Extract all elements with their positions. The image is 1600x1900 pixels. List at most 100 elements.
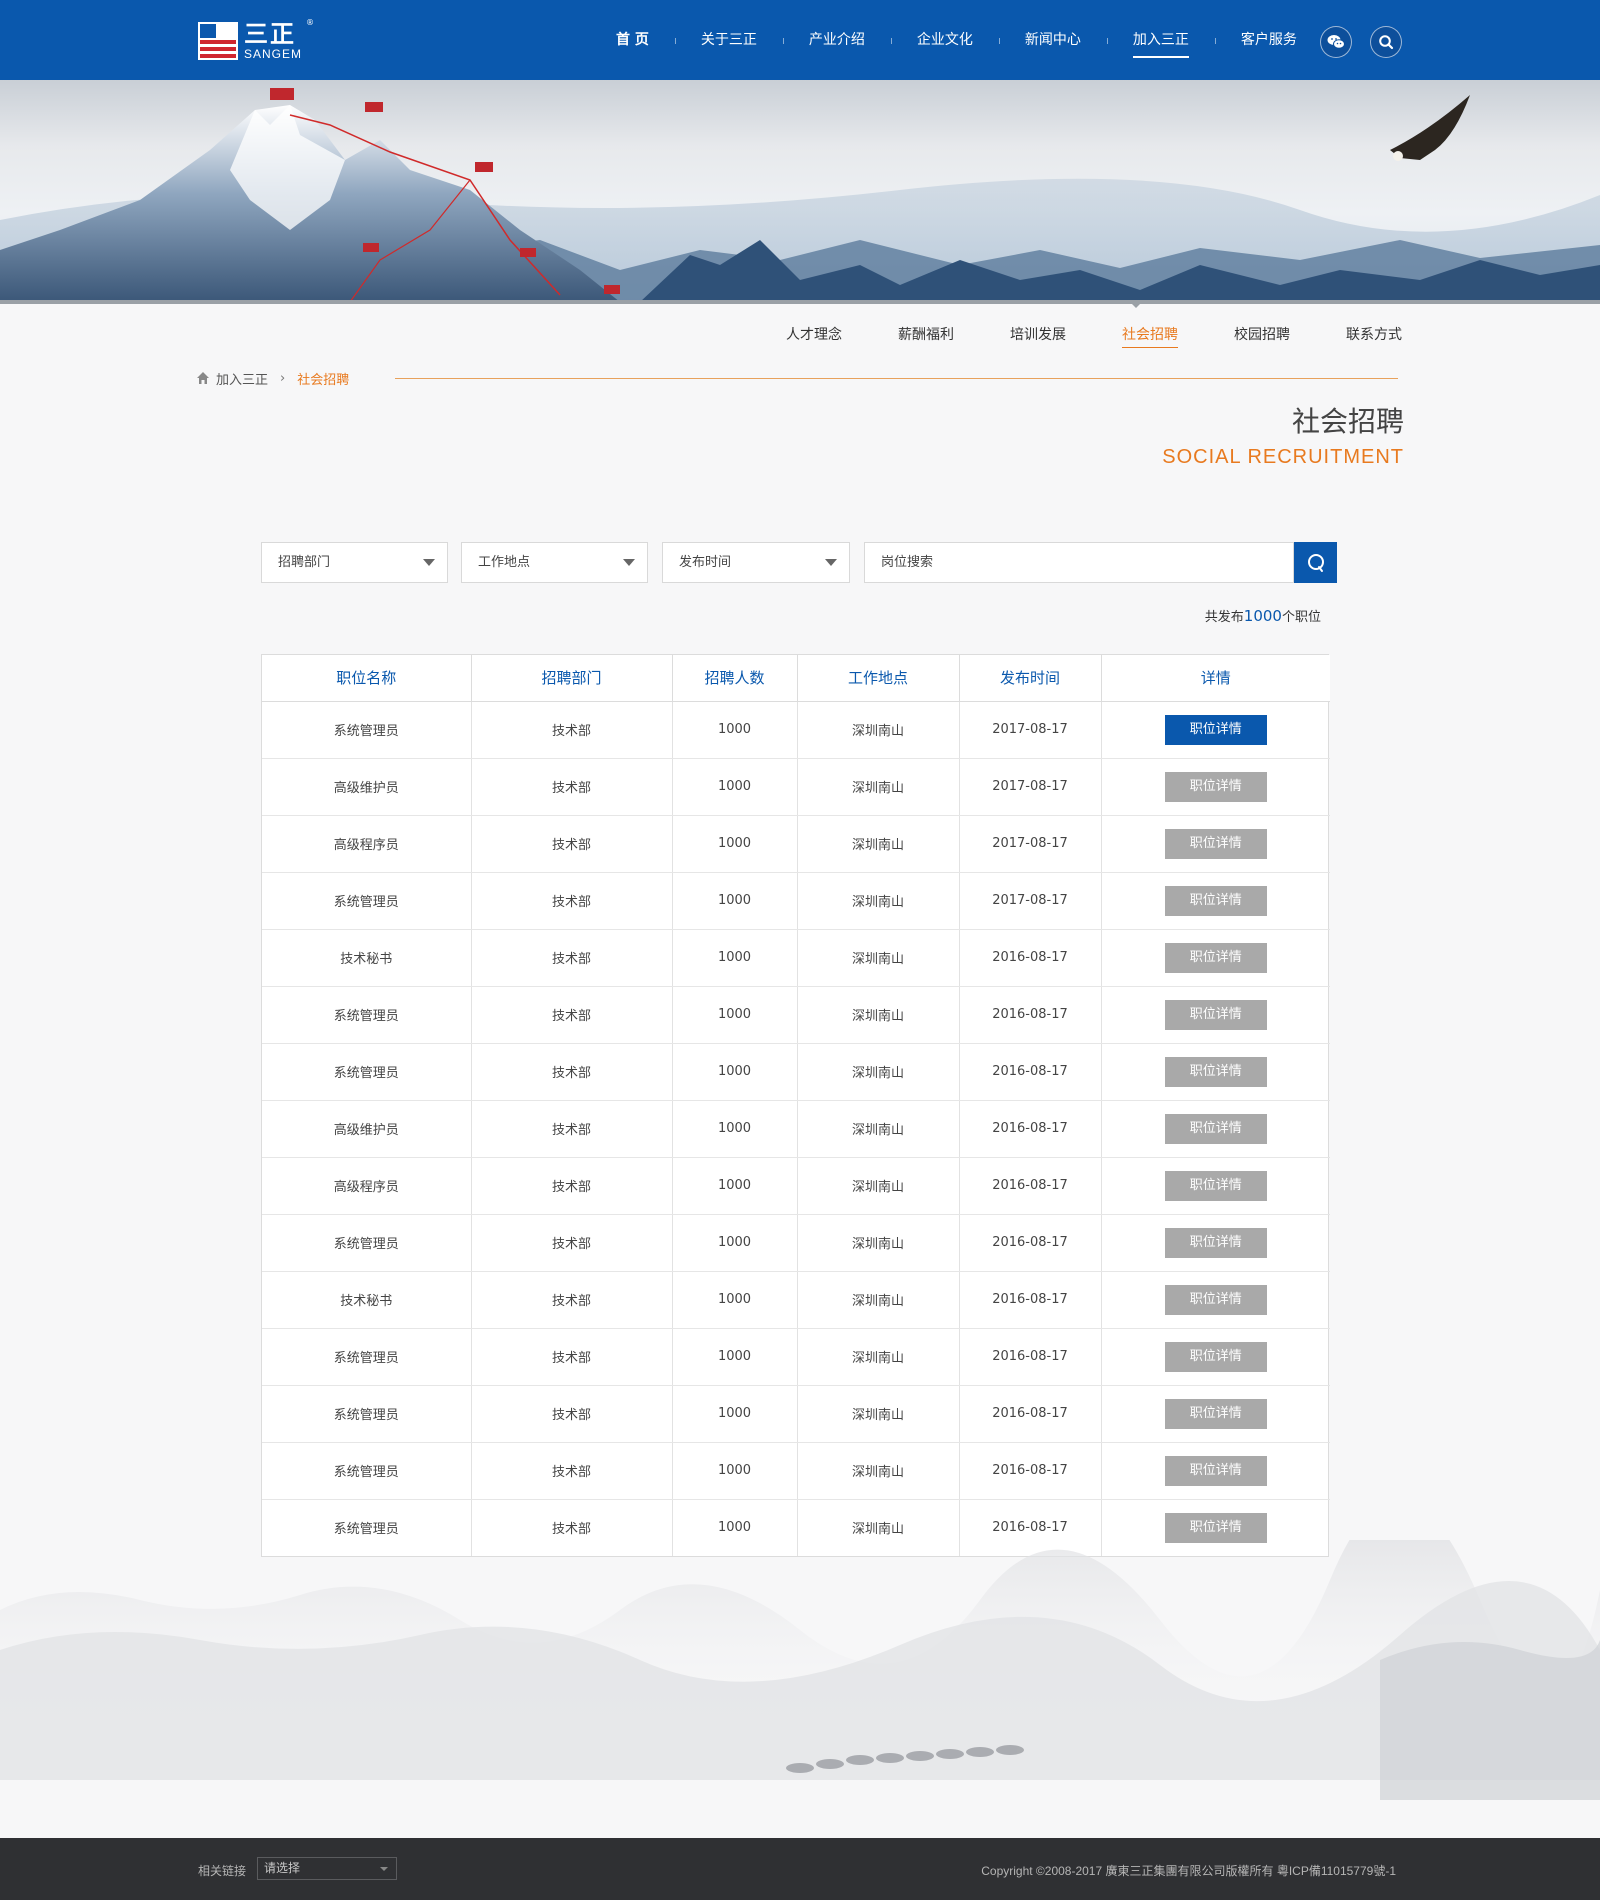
job-details-button[interactable]: 职位详情: [1164, 714, 1267, 745]
related-links-select[interactable]: 请选择: [257, 1857, 397, 1880]
job-details-button[interactable]: 职位详情: [1164, 1284, 1267, 1315]
job-details-button[interactable]: 职位详情: [1164, 1056, 1267, 1087]
header-search-button[interactable]: [1370, 26, 1402, 58]
job-details-button[interactable]: 职位详情: [1164, 942, 1267, 973]
col-header-details: 详情: [1101, 655, 1330, 702]
cell-details: 职位详情: [1101, 929, 1330, 987]
job-details-button[interactable]: 职位详情: [1164, 1512, 1267, 1543]
cell-details: 职位详情: [1101, 1385, 1330, 1443]
job-details-button[interactable]: 职位详情: [1164, 1170, 1267, 1201]
job-count: 共发布1000个职位: [1205, 606, 1321, 625]
jobs-table: 职位名称 招聘部门 招聘人数 工作地点 发布时间 详情 系统管理员 技术部 1000…: [261, 654, 1330, 1557]
cell-publish-date: 2016-08-17: [959, 1157, 1102, 1215]
cell-position: 高级程序员: [262, 1157, 472, 1215]
subnav-contact[interactable]: 联系方式: [1346, 324, 1402, 344]
job-details-button[interactable]: 职位详情: [1164, 1341, 1267, 1372]
job-details-button[interactable]: 职位详情: [1164, 828, 1267, 859]
wechat-icon: [1327, 35, 1345, 49]
cell-headcount: 1000: [672, 815, 798, 873]
cell-location: 深圳南山: [797, 1043, 960, 1101]
section-title: 社会招聘 SOCIAL RECRUITMENT: [1162, 400, 1404, 469]
logo-en: SANGEM: [244, 47, 303, 61]
cell-headcount: 1000: [672, 1385, 798, 1443]
table-row: 技术秘书 技术部 1000 深圳南山 2016-08-17 职位详情: [262, 929, 1330, 987]
wechat-button[interactable]: [1320, 26, 1352, 58]
nav-culture[interactable]: 企业文化: [890, 0, 999, 80]
nav-home[interactable]: 首 页: [590, 0, 675, 80]
cell-publish-date: 2017-08-17: [959, 872, 1102, 930]
nav-about[interactable]: 关于三正: [674, 0, 783, 80]
breadcrumb-current: 社会招聘: [297, 372, 350, 388]
cell-position: 系统管理员: [262, 1214, 472, 1272]
cell-publish-date: 2016-08-17: [959, 929, 1102, 987]
location-select[interactable]: 工作地点: [461, 542, 648, 583]
cell-location: 深圳南山: [797, 758, 960, 816]
col-header-department: 招聘部门: [471, 655, 673, 702]
table-row: 系统管理员 技术部 1000 深圳南山 2016-08-17 职位详情: [262, 1385, 1330, 1443]
cell-headcount: 1000: [672, 1100, 798, 1158]
table-row: 系统管理员 技术部 1000 深圳南山 2017-08-17 职位详情: [262, 872, 1330, 930]
department-select[interactable]: 招聘部门: [261, 542, 448, 583]
job-details-button[interactable]: 职位详情: [1164, 1113, 1267, 1144]
job-details-button[interactable]: 职位详情: [1164, 1398, 1267, 1429]
cell-details: 职位详情: [1101, 1328, 1330, 1386]
nav-service[interactable]: 客户服务: [1214, 0, 1323, 80]
breadcrumb-divider: [395, 378, 1398, 379]
department-select-value: 招聘部门: [278, 555, 331, 570]
logo[interactable]: 三正 SANGEM ®: [198, 18, 318, 62]
mountain-banner: [0, 80, 1600, 302]
cell-position: 系统管理员: [262, 1043, 472, 1101]
section-title-en: SOCIAL RECRUITMENT: [1162, 446, 1404, 468]
caret-down-icon: [825, 559, 837, 566]
search-icon: [1307, 553, 1324, 572]
table-row: 系统管理员 技术部 1000 深圳南山 2016-08-17 职位详情: [262, 986, 1330, 1044]
cell-department: 技术部: [471, 986, 673, 1044]
cell-position: 系统管理员: [262, 1328, 472, 1386]
breadcrumb: 加入三正 › 社会招聘: [196, 368, 349, 388]
cell-position: 技术秘书: [262, 929, 472, 987]
subnav-talent-philosophy[interactable]: 人才理念: [786, 324, 842, 344]
cell-location: 深圳南山: [797, 1157, 960, 1215]
cell-publish-date: 2016-08-17: [959, 1100, 1102, 1158]
subnav-training[interactable]: 培训发展: [1010, 324, 1066, 344]
job-details-button[interactable]: 职位详情: [1164, 771, 1267, 802]
publish-time-select[interactable]: 发布时间: [662, 542, 850, 583]
job-details-button[interactable]: 职位详情: [1164, 885, 1267, 916]
nav-join-us[interactable]: 加入三正: [1106, 0, 1215, 80]
caret-down-icon: [380, 1867, 388, 1871]
cell-position: 系统管理员: [262, 986, 472, 1044]
chevron-right-icon: ›: [280, 370, 286, 386]
job-count-prefix: 共发布: [1204, 610, 1244, 625]
cell-publish-date: 2017-08-17: [959, 758, 1102, 816]
job-search-button[interactable]: [1294, 542, 1337, 583]
cell-department: 技术部: [471, 701, 673, 759]
logo-registered-mark: ®: [306, 18, 314, 27]
breadcrumb-parent[interactable]: 加入三正: [216, 369, 268, 388]
section-title-cn: 社会招聘: [1291, 405, 1404, 438]
job-search-input[interactable]: [864, 542, 1294, 583]
subnav-social-recruitment[interactable]: 社会招聘: [1122, 324, 1178, 348]
subnav-campus-recruitment[interactable]: 校园招聘: [1234, 324, 1290, 344]
cell-headcount: 1000: [672, 1328, 798, 1386]
cell-location: 深圳南山: [797, 929, 960, 987]
job-count-number: 1000: [1243, 607, 1282, 625]
nav-industry[interactable]: 产业介绍: [782, 0, 891, 80]
cell-headcount: 1000: [672, 1157, 798, 1215]
job-details-button[interactable]: 职位详情: [1164, 1227, 1267, 1258]
home-icon: [197, 372, 209, 384]
cell-position: 系统管理员: [262, 872, 472, 930]
mountain-illustration: [0, 88, 1600, 302]
job-details-button[interactable]: 职位详情: [1164, 999, 1267, 1030]
main-nav: 首 页 关于三正 产业介绍 企业文化 新闻中心 加入三正 客户服务: [590, 0, 1323, 80]
cell-headcount: 1000: [672, 1043, 798, 1101]
cell-headcount: 1000: [672, 701, 798, 759]
cell-position: 高级维护员: [262, 1100, 472, 1158]
cell-position: 系统管理员: [262, 1442, 472, 1500]
col-header-location: 工作地点: [797, 655, 960, 702]
subnav-compensation[interactable]: 薪酬福利: [898, 324, 954, 344]
cell-department: 技术部: [471, 872, 673, 930]
cell-location: 深圳南山: [797, 701, 960, 759]
job-details-button[interactable]: 职位详情: [1164, 1455, 1267, 1486]
nav-news[interactable]: 新闻中心: [998, 0, 1107, 80]
cell-location: 深圳南山: [797, 1100, 960, 1158]
